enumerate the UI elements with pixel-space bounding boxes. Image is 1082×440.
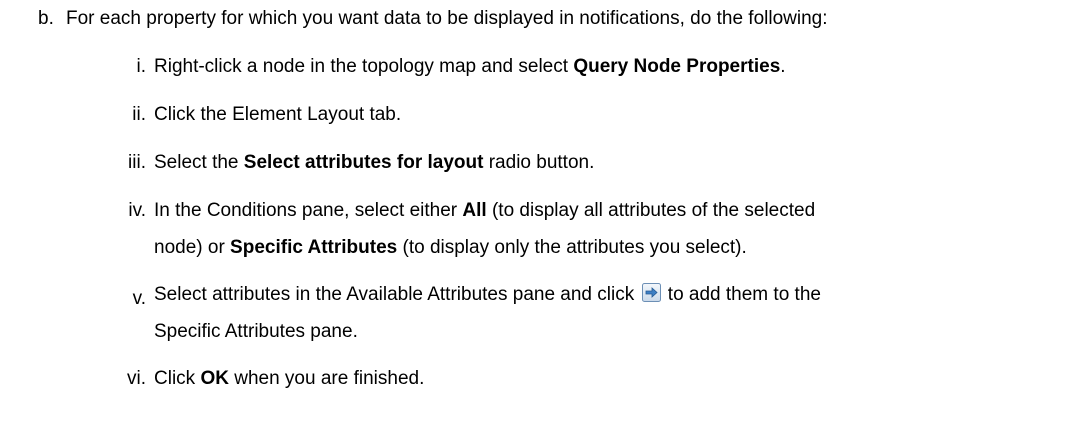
step-iii-text: Select the Select attributes for layout … <box>154 152 595 173</box>
step-iv-text-line1: In the Conditions pane, select either Al… <box>154 200 816 221</box>
specific-attributes-option-reference: Specific Attributes <box>230 237 398 258</box>
menu-item-reference: Query Node Properties <box>573 56 781 77</box>
step-b: b. For each property for which you want d… <box>38 8 828 30</box>
step-ii-text: Click the Element Layout tab. <box>154 104 402 125</box>
step-b-text: For each property for which you want dat… <box>66 8 828 29</box>
all-option-reference: All <box>462 200 487 221</box>
step-vi-text: Click OK when you are finished. <box>154 368 425 389</box>
add-right-arrow-icon <box>641 278 661 302</box>
step-i-text: Right-click a node in the topology map a… <box>154 56 786 77</box>
radio-button-reference: Select attributes for layout <box>243 152 484 173</box>
step-b-marker: b. <box>38 8 54 29</box>
step-iv-text-line2: node) or Specific Attributes (to display… <box>154 237 747 258</box>
step-v-text-line2: Specific Attributes pane. <box>154 321 358 342</box>
document-page: b. For each property for which you want d… <box>0 0 1082 440</box>
ok-button-reference: OK <box>200 368 229 389</box>
step-v-text-line1: Select attributes in the Available Attri… <box>154 276 821 313</box>
